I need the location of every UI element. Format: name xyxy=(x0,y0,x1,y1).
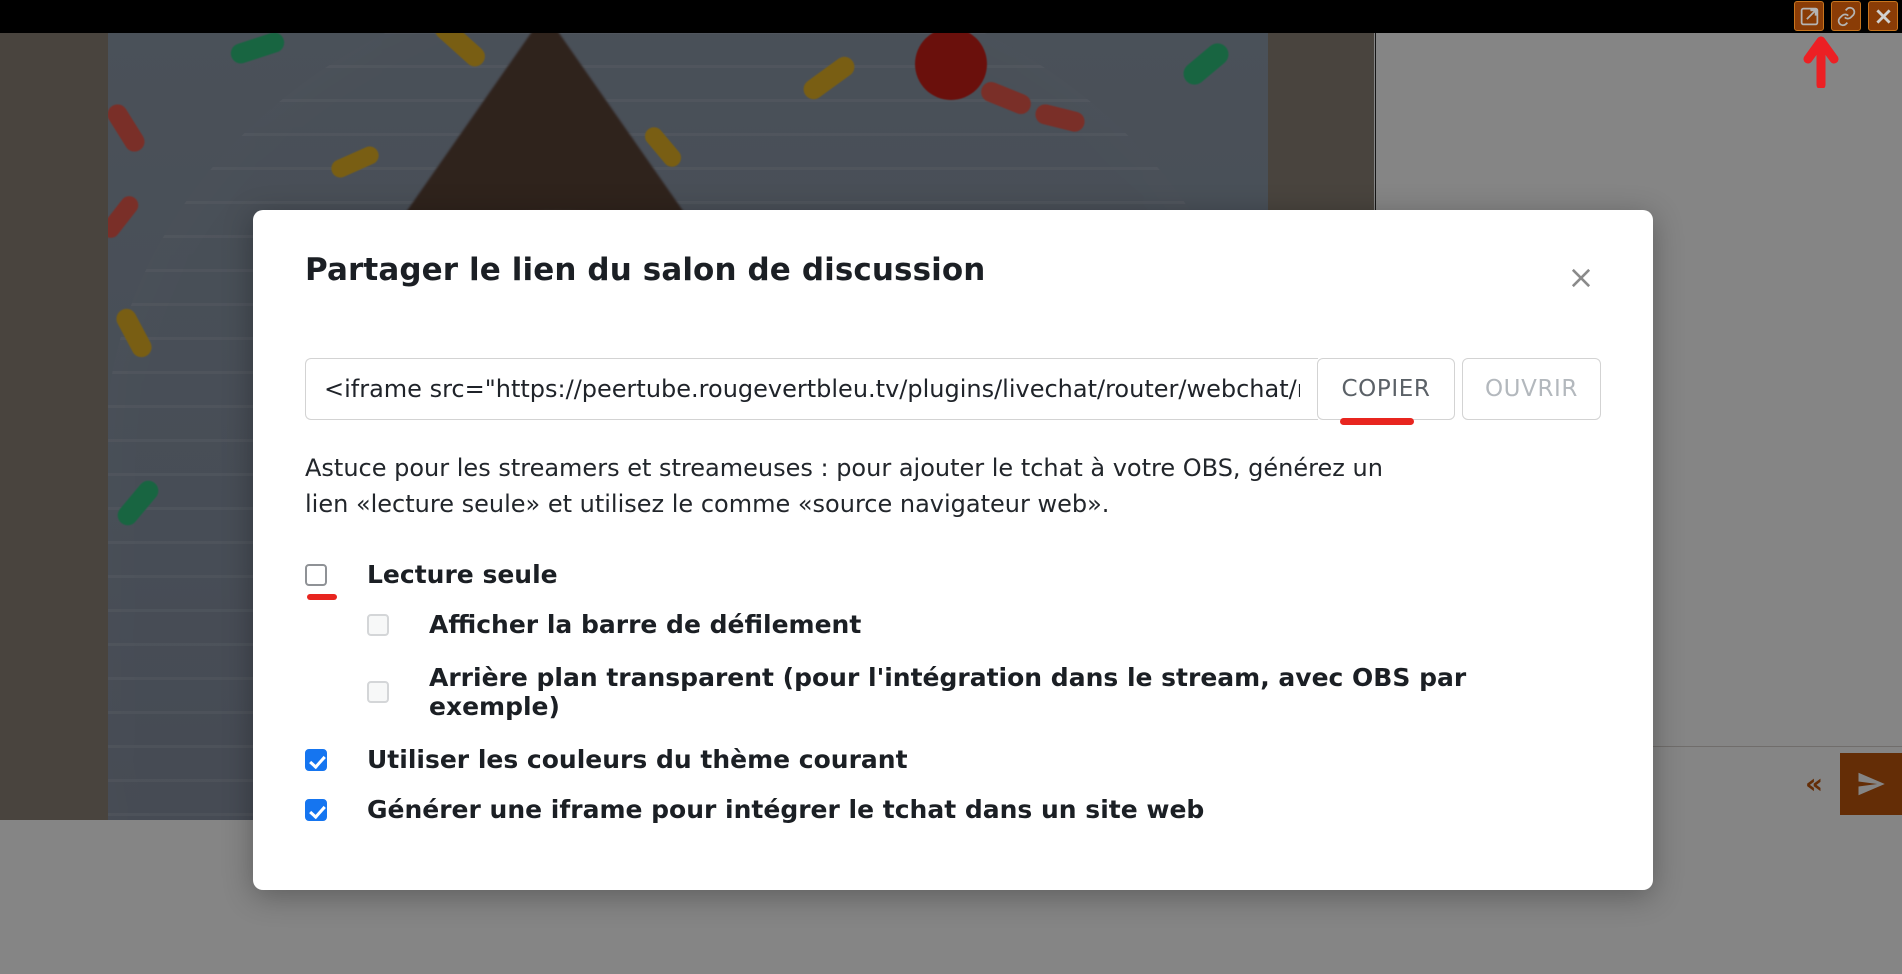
options-list: Lecture seule Afficher la barre de défil… xyxy=(305,560,1601,824)
modal-close-button[interactable] xyxy=(1561,258,1601,298)
checkbox-afficher-barre-defilement[interactable] xyxy=(367,613,389,636)
streamer-hint-text: Astuce pour les streamers et streameuses… xyxy=(305,454,1383,518)
option-label: Afficher la barre de défilement xyxy=(429,610,862,639)
option-label: Arrière plan transparent (pour l'intégra… xyxy=(429,663,1467,721)
copy-button-label: COPIER xyxy=(1341,376,1431,402)
option-row-lecture-seule[interactable]: Lecture seule xyxy=(305,560,1601,600)
modal-title: Partager le lien du salon de discussion xyxy=(305,252,986,288)
option-row-afficher-barre-defilement[interactable]: Afficher la barre de défilement xyxy=(305,610,1601,639)
option-label: Lecture seule xyxy=(367,560,558,589)
share-url-row: COPIER OUVRIR xyxy=(305,358,1601,425)
option-row-generer-iframe[interactable]: Générer une iframe pour intégrer le tcha… xyxy=(305,795,1601,824)
close-icon xyxy=(1571,268,1591,288)
open-button[interactable]: OUVRIR xyxy=(1461,358,1601,420)
modal-body: COPIER OUVRIR Astuce pour les streamers … xyxy=(253,358,1653,824)
share-url-input[interactable] xyxy=(305,358,1318,420)
option-label: Générer une iframe pour intégrer le tcha… xyxy=(367,795,1205,824)
screen: « Ce live n'a pas encore débuté. Partage… xyxy=(0,0,1902,974)
checkbox-generer-iframe[interactable] xyxy=(305,798,327,821)
copy-annotation-underline xyxy=(1339,418,1414,425)
share-chat-link-modal: Partager le lien du salon de discussion … xyxy=(253,210,1653,890)
checkbox-lecture-seule[interactable] xyxy=(305,563,337,600)
modal-header: Partager le lien du salon de discussion xyxy=(253,210,1653,298)
window-icon-bar xyxy=(1794,1,1898,31)
checkbox-couleurs-theme[interactable] xyxy=(305,748,327,771)
share-link-button[interactable] xyxy=(1831,1,1861,31)
checkbox-annotation-underline xyxy=(307,593,337,600)
open-in-new-icon xyxy=(1800,7,1818,25)
link-icon xyxy=(1837,6,1855,26)
checkbox-arriere-plan-transparent[interactable] xyxy=(367,681,389,703)
option-label: Utiliser les couleurs du thème courant xyxy=(367,745,908,774)
close-icon xyxy=(1875,8,1891,24)
annotation-arrow-up xyxy=(1800,33,1842,92)
open-in-new-button[interactable] xyxy=(1794,1,1824,31)
option-row-couleurs-theme[interactable]: Utiliser les couleurs du thème courant xyxy=(305,745,1601,774)
close-window-button[interactable] xyxy=(1868,1,1898,31)
copy-button[interactable]: COPIER xyxy=(1316,358,1455,425)
option-row-arriere-plan-transparent[interactable]: Arrière plan transparent (pour l'intégra… xyxy=(305,663,1601,721)
